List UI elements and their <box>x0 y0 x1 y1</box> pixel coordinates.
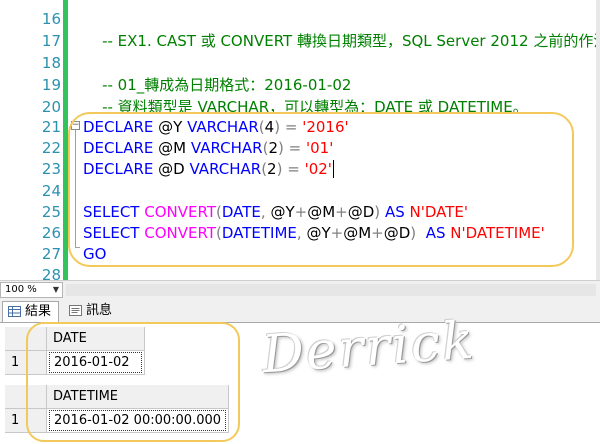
tab-results-label: 結果 <box>25 304 52 319</box>
line-number: 16 <box>41 10 61 28</box>
line-number-gutter: 16 17 18 19 20 21 22 23 24 25 26 27 28 <box>0 0 66 280</box>
line-number: 22 <box>41 139 61 157</box>
grid-icon <box>8 306 21 317</box>
line-number: 24 <box>41 182 61 200</box>
line-number: 23 <box>41 160 61 178</box>
chevron-down-icon[interactable]: ▼ <box>53 283 59 297</box>
code-comment: -- EX1. CAST 或 CONVERT 轉換日期類型，SQL Server… <box>102 32 600 50</box>
line-number: 28 <box>41 266 61 280</box>
zoom-value: 100 % <box>5 284 37 295</box>
results-tab-bar: 結果 訊息 <box>0 299 600 323</box>
query-editor[interactable]: 16 17 18 19 20 21 22 23 24 25 26 27 28 −… <box>0 0 600 280</box>
results-highlight-box <box>26 322 240 442</box>
tab-messages[interactable]: 訊息 <box>64 301 120 322</box>
line-number: 25 <box>41 203 61 221</box>
vertical-scrollbar[interactable] <box>596 0 600 280</box>
code-highlight-box <box>68 112 574 267</box>
tab-messages-label: 訊息 <box>86 303 113 318</box>
zoom-bar: 100 % ▼ <box>0 280 600 299</box>
line-number: 19 <box>41 76 61 94</box>
tab-results[interactable]: 結果 <box>2 301 59 322</box>
line-number: 20 <box>41 98 61 116</box>
zoom-select[interactable]: 100 % ▼ <box>0 282 63 298</box>
line-number: 17 <box>41 32 61 50</box>
horizontal-scrollbar[interactable] <box>66 284 596 296</box>
line-number: 18 <box>41 54 61 72</box>
message-icon <box>69 305 82 316</box>
line-number: 26 <box>41 224 61 242</box>
line-number: 21 <box>41 118 61 136</box>
line-number: 27 <box>41 245 61 263</box>
